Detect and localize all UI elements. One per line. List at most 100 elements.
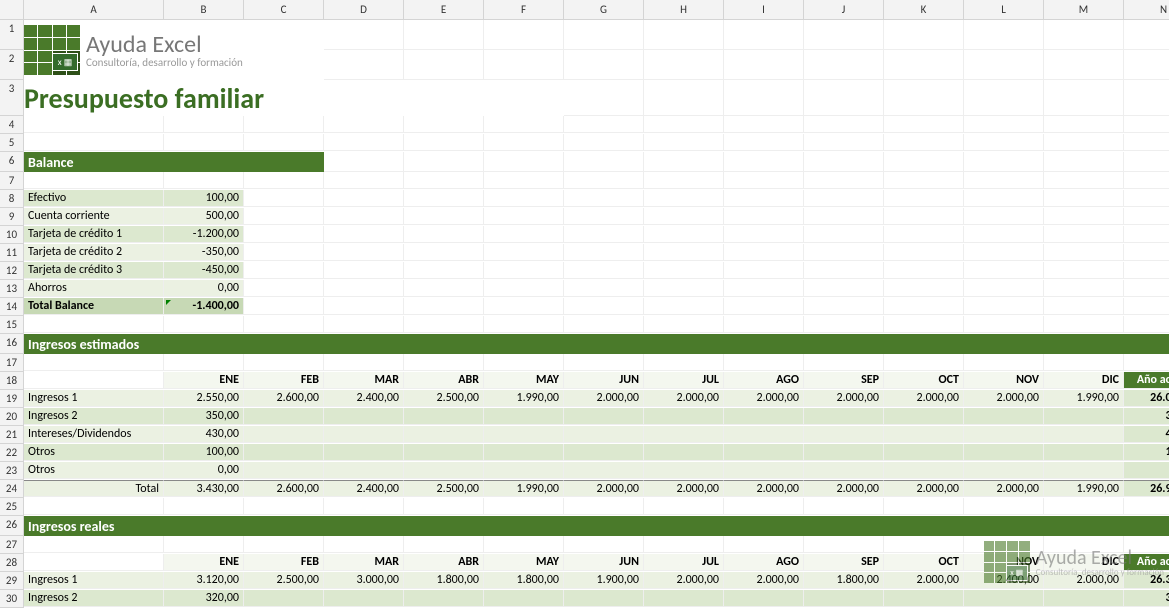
cell[interactable] <box>1124 152 1169 172</box>
cell[interactable] <box>964 498 1044 515</box>
real-value[interactable]: 2.000,00 <box>884 572 964 589</box>
est-value[interactable] <box>804 444 884 461</box>
cell[interactable] <box>324 298 404 315</box>
cell[interactable] <box>244 354 324 371</box>
est-value[interactable] <box>644 444 724 461</box>
cell[interactable] <box>404 262 484 279</box>
cell[interactable] <box>964 134 1044 151</box>
month-header[interactable]: MAR <box>324 372 404 389</box>
cell[interactable] <box>964 80 1044 116</box>
est-value[interactable] <box>1044 426 1124 443</box>
real-year-value[interactable]: 320,00 <box>1124 590 1169 607</box>
cell[interactable] <box>164 134 244 151</box>
month-header[interactable]: SEP <box>804 372 884 389</box>
cell[interactable] <box>1044 244 1124 261</box>
est-value[interactable] <box>404 408 484 425</box>
cell[interactable] <box>404 298 484 315</box>
real-value[interactable] <box>804 590 884 607</box>
real-value[interactable]: 1.800,00 <box>484 572 564 589</box>
month-header[interactable]: FEB <box>244 554 324 571</box>
cell[interactable] <box>964 208 1044 225</box>
cell[interactable] <box>1044 80 1124 116</box>
cell[interactable] <box>564 298 644 315</box>
est-total-value[interactable]: 3.430,00 <box>164 480 244 497</box>
cell[interactable] <box>24 172 164 189</box>
est-total-value[interactable]: 2.000,00 <box>564 480 644 497</box>
balance-value[interactable]: 500,00 <box>164 208 244 225</box>
est-value[interactable] <box>244 408 324 425</box>
cell[interactable] <box>24 554 164 571</box>
cell[interactable] <box>404 172 484 189</box>
real-value[interactable]: 2.000,00 <box>644 572 724 589</box>
est-value[interactable] <box>724 408 804 425</box>
month-header[interactable]: SEP <box>804 554 884 571</box>
month-header[interactable]: ENE <box>164 554 244 571</box>
cell[interactable] <box>724 298 804 315</box>
cell[interactable] <box>564 244 644 261</box>
cell[interactable] <box>564 134 644 151</box>
month-header[interactable]: NOV <box>964 554 1044 571</box>
est-value[interactable] <box>484 444 564 461</box>
est-total-value[interactable]: 2.000,00 <box>804 480 884 497</box>
cell[interactable] <box>884 20 964 50</box>
est-value[interactable] <box>964 426 1044 443</box>
est-value[interactable] <box>324 462 404 479</box>
cell[interactable] <box>644 498 724 515</box>
est-value[interactable] <box>564 444 644 461</box>
real-value[interactable] <box>564 590 644 607</box>
real-value[interactable] <box>884 590 964 607</box>
est-value[interactable]: 2.000,00 <box>964 390 1044 407</box>
est-value[interactable] <box>884 462 964 479</box>
cell[interactable] <box>24 354 164 371</box>
cell[interactable] <box>564 536 644 553</box>
cell[interactable] <box>1124 316 1169 333</box>
cell[interactable] <box>724 316 804 333</box>
balance-label[interactable]: Efectivo <box>24 190 164 207</box>
cell[interactable] <box>1124 498 1169 515</box>
cell[interactable] <box>484 190 564 207</box>
est-total-year[interactable]: 26.910,00 <box>1124 480 1169 497</box>
col-header-A[interactable]: A <box>24 0 164 20</box>
est-value[interactable]: 2.000,00 <box>804 390 884 407</box>
cell[interactable] <box>404 134 484 151</box>
cell[interactable] <box>244 280 324 297</box>
col-header-K[interactable]: K <box>884 0 964 20</box>
cell[interactable] <box>804 536 884 553</box>
cell[interactable] <box>484 152 564 172</box>
balance-label[interactable]: Tarjeta de crédito 3 <box>24 262 164 279</box>
row-header-22[interactable]: 22 <box>0 444 24 462</box>
cell[interactable] <box>1044 536 1124 553</box>
real-value[interactable] <box>244 590 324 607</box>
cell[interactable] <box>404 316 484 333</box>
cell[interactable] <box>244 134 324 151</box>
est-value[interactable] <box>324 444 404 461</box>
cell[interactable] <box>324 498 404 515</box>
est-value[interactable] <box>1044 444 1124 461</box>
balance-value[interactable]: -1.200,00 <box>164 226 244 243</box>
est-value[interactable]: 430,00 <box>164 426 244 443</box>
row-header-3[interactable]: 3 <box>0 80 24 116</box>
est-year-value[interactable]: 26.030,00 <box>1124 390 1169 407</box>
real-value[interactable]: 1.800,00 <box>804 572 884 589</box>
cell[interactable] <box>884 116 964 133</box>
cell[interactable] <box>644 208 724 225</box>
cell[interactable] <box>644 280 724 297</box>
est-value[interactable] <box>724 462 804 479</box>
cell[interactable] <box>484 20 564 50</box>
cell[interactable] <box>964 316 1044 333</box>
cell[interactable] <box>324 134 404 151</box>
est-value[interactable] <box>484 462 564 479</box>
cell[interactable] <box>964 190 1044 207</box>
cell[interactable] <box>964 50 1044 80</box>
cell[interactable] <box>884 226 964 243</box>
cell[interactable] <box>724 134 804 151</box>
real-value[interactable]: 2.500,00 <box>244 572 324 589</box>
cell[interactable] <box>1044 152 1124 172</box>
month-header[interactable]: JUN <box>564 554 644 571</box>
cell[interactable] <box>404 498 484 515</box>
col-header-L[interactable]: L <box>964 0 1044 20</box>
est-value[interactable] <box>964 408 1044 425</box>
est-value[interactable] <box>804 408 884 425</box>
col-header-M[interactable]: M <box>1044 0 1124 20</box>
balance-label[interactable]: Cuenta corriente <box>24 208 164 225</box>
